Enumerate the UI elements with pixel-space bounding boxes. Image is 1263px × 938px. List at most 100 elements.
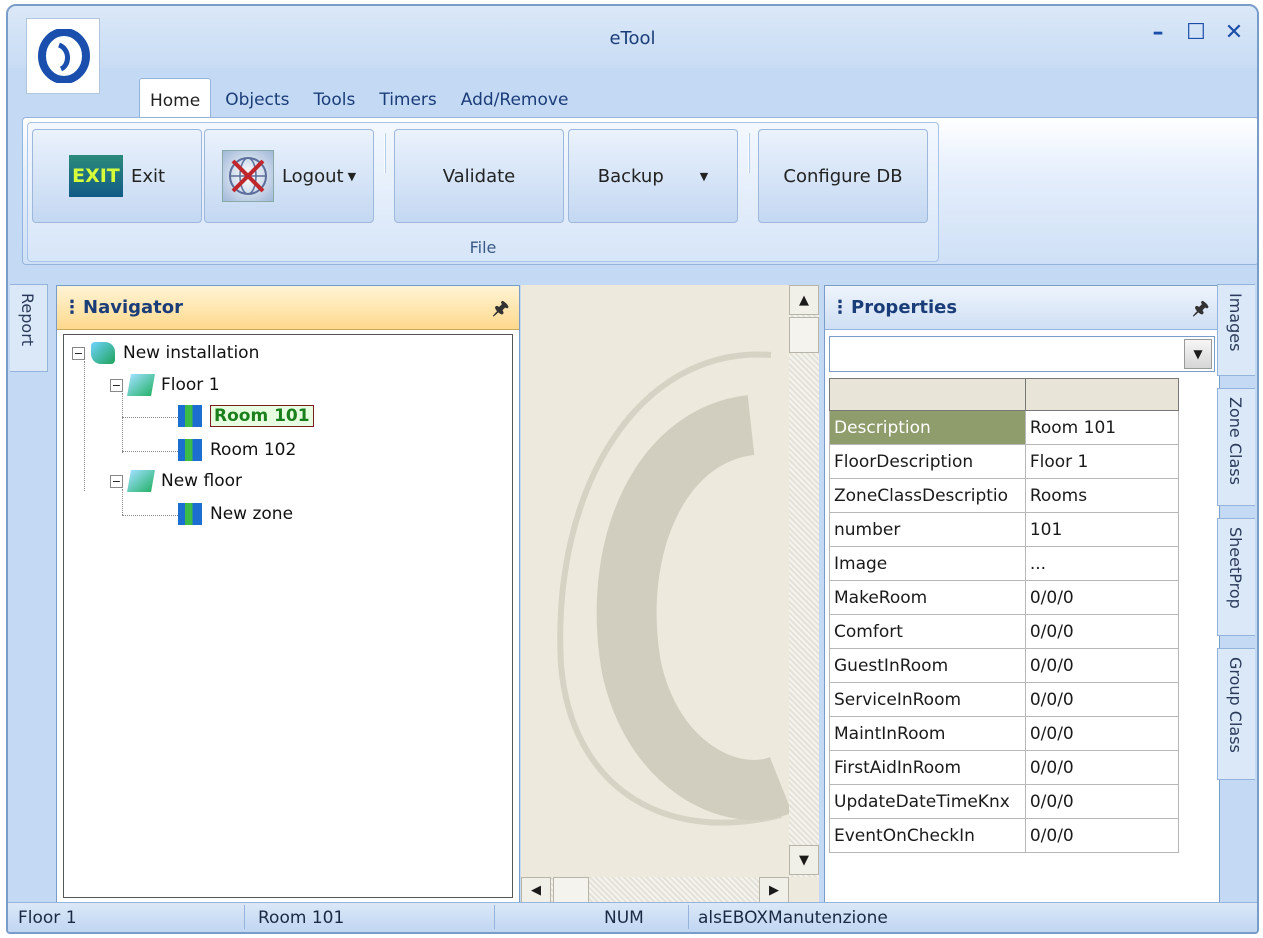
- drag-grip-icon[interactable]: ⋮: [63, 297, 81, 318]
- property-row[interactable]: MaintInRoom 0/0/0: [829, 716, 1180, 751]
- ribbon-group-file: EXIT Exit Logout ▼ Validate Backup ▼ Con…: [27, 122, 939, 262]
- property-row[interactable]: FirstAidInRoom 0/0/0: [829, 750, 1180, 785]
- tree-node-label: New zone: [210, 504, 294, 524]
- property-name: MaintInRoom: [829, 716, 1026, 751]
- images-side-tab[interactable]: Images: [1217, 284, 1255, 376]
- navigator-panel: ⋮ Navigator 🖈 − New installation − Floor…: [56, 285, 520, 903]
- app-menu-logo-button[interactable]: [26, 18, 100, 94]
- tree-node-label: Room 102: [210, 440, 297, 460]
- scroll-down-icon[interactable]: ▼: [789, 845, 819, 875]
- property-value[interactable]: Rooms: [1024, 478, 1180, 513]
- property-value[interactable]: ...: [1024, 546, 1180, 581]
- tree-node-label: New floor: [161, 471, 242, 491]
- tree-node-room-102[interactable]: Room 102: [178, 439, 296, 461]
- property-row[interactable]: EventOnCheckIn 0/0/0: [829, 818, 1180, 853]
- tab-tools[interactable]: Tools: [303, 78, 365, 118]
- drag-grip-icon[interactable]: ⋮: [831, 297, 849, 318]
- document-area[interactable]: ▲ ▼ ◀ ▶: [521, 285, 819, 903]
- tree-line: [84, 361, 85, 491]
- property-value[interactable]: 0/0/0: [1024, 716, 1180, 751]
- status-divider: [688, 905, 689, 929]
- configure-db-button[interactable]: Configure DB: [758, 129, 928, 223]
- tree-node-floor-1[interactable]: − Floor 1: [110, 374, 220, 396]
- tab-home[interactable]: Home: [139, 78, 212, 118]
- tab-add-remove[interactable]: Add/Remove: [451, 78, 579, 118]
- property-name: Description: [829, 410, 1026, 445]
- close-button[interactable]: ✕: [1223, 20, 1245, 45]
- scroll-left-icon[interactable]: ◀: [521, 877, 551, 903]
- collapse-icon[interactable]: −: [72, 346, 85, 360]
- collapse-icon[interactable]: −: [110, 378, 123, 392]
- report-tab-label: Report: [18, 293, 37, 347]
- property-value[interactable]: 0/0/0: [1024, 648, 1180, 683]
- tree-node-new-zone[interactable]: New zone: [178, 503, 293, 525]
- property-value[interactable]: 0/0/0: [1024, 750, 1180, 785]
- property-value[interactable]: 0/0/0: [1024, 818, 1180, 853]
- property-row[interactable]: MakeRoom 0/0/0: [829, 580, 1180, 615]
- exit-button[interactable]: EXIT Exit: [32, 129, 202, 223]
- scroll-up-icon[interactable]: ▲: [789, 285, 819, 315]
- property-row[interactable]: GuestInRoom 0/0/0: [829, 648, 1180, 683]
- horizontal-scrollbar[interactable]: ◀ ▶: [521, 877, 789, 903]
- property-value[interactable]: 0/0/0: [1024, 682, 1180, 717]
- property-name: GuestInRoom: [829, 648, 1026, 683]
- room-icon: [178, 405, 202, 427]
- tree-line: [122, 489, 123, 515]
- scroll-right-icon[interactable]: ▶: [759, 877, 789, 903]
- property-row[interactable]: number 101: [829, 512, 1180, 547]
- column-header: [829, 378, 1026, 411]
- chevron-down-icon: ▼: [699, 169, 709, 183]
- property-row[interactable]: Comfort 0/0/0: [829, 614, 1180, 649]
- chevron-down-icon[interactable]: ▼: [1184, 339, 1212, 369]
- property-value[interactable]: 0/0/0: [1024, 784, 1180, 819]
- property-name: number: [829, 512, 1026, 547]
- property-value[interactable]: Floor 1: [1024, 444, 1180, 479]
- logout-label: Logout: [281, 165, 344, 187]
- title-bar: eTool – ☐ ✕: [8, 6, 1257, 68]
- validate-button[interactable]: Validate: [394, 129, 564, 223]
- tab-timers[interactable]: Timers: [369, 78, 446, 118]
- property-row[interactable]: FloorDescription Floor 1: [829, 444, 1180, 479]
- backup-button[interactable]: Backup ▼: [568, 129, 738, 223]
- vertical-scrollbar[interactable]: ▲ ▼: [789, 285, 819, 877]
- scroll-thumb[interactable]: [789, 317, 819, 353]
- installation-icon: [91, 342, 115, 364]
- zone-class-side-tab[interactable]: Zone Class: [1217, 388, 1255, 506]
- property-value[interactable]: 0/0/0: [1024, 580, 1180, 615]
- property-row[interactable]: ServiceInRoom 0/0/0: [829, 682, 1180, 717]
- side-tab-label: Group Class: [1226, 657, 1245, 753]
- property-name: ServiceInRoom: [829, 682, 1026, 717]
- maximize-button[interactable]: ☐: [1185, 20, 1207, 45]
- tree-node-new-installation[interactable]: − New installation: [72, 342, 259, 364]
- properties-panel: ⋮ Properties 🖈 ▼ Description Room 101 Flo…: [824, 285, 1220, 903]
- property-row[interactable]: ZoneClassDescriptio Rooms: [829, 478, 1180, 513]
- chevron-down-icon: ▼: [347, 169, 357, 183]
- object-selector-dropdown[interactable]: ▼: [829, 336, 1215, 372]
- property-value[interactable]: 101: [1024, 512, 1180, 547]
- tree-node-room-101[interactable]: Room 101: [178, 405, 314, 427]
- property-value[interactable]: Room 101: [1024, 410, 1180, 445]
- properties-title: Properties: [851, 297, 958, 318]
- room-icon: [178, 439, 202, 461]
- status-divider: [244, 905, 245, 929]
- property-row[interactable]: UpdateDateTimeKnx 0/0/0: [829, 784, 1180, 819]
- logout-globe-icon: [221, 150, 274, 202]
- property-value[interactable]: 0/0/0: [1024, 614, 1180, 649]
- app-logo-icon: [38, 29, 90, 83]
- scroll-thumb[interactable]: [553, 877, 589, 903]
- property-row[interactable]: Image...: [829, 546, 1180, 581]
- property-grid: Description Room 101 FloorDescription Floo…: [829, 378, 1180, 853]
- ribbon-separator: [748, 133, 750, 173]
- tab-objects[interactable]: Objects: [215, 78, 299, 118]
- report-side-tab[interactable]: Report: [10, 284, 48, 372]
- group-class-side-tab[interactable]: Group Class: [1217, 648, 1255, 780]
- logout-button[interactable]: Logout ▼: [204, 129, 374, 223]
- pin-icon[interactable]: 🖈: [1192, 296, 1209, 326]
- window-controls: – ☐ ✕: [1147, 20, 1245, 45]
- tree-node-new-floor[interactable]: − New floor: [110, 470, 242, 492]
- collapse-icon[interactable]: −: [110, 474, 123, 488]
- sheetprop-side-tab[interactable]: SheetProp: [1217, 518, 1255, 636]
- pin-icon[interactable]: 🖈: [492, 296, 509, 326]
- minimize-button[interactable]: –: [1147, 20, 1169, 45]
- property-row[interactable]: Description Room 101: [829, 410, 1180, 445]
